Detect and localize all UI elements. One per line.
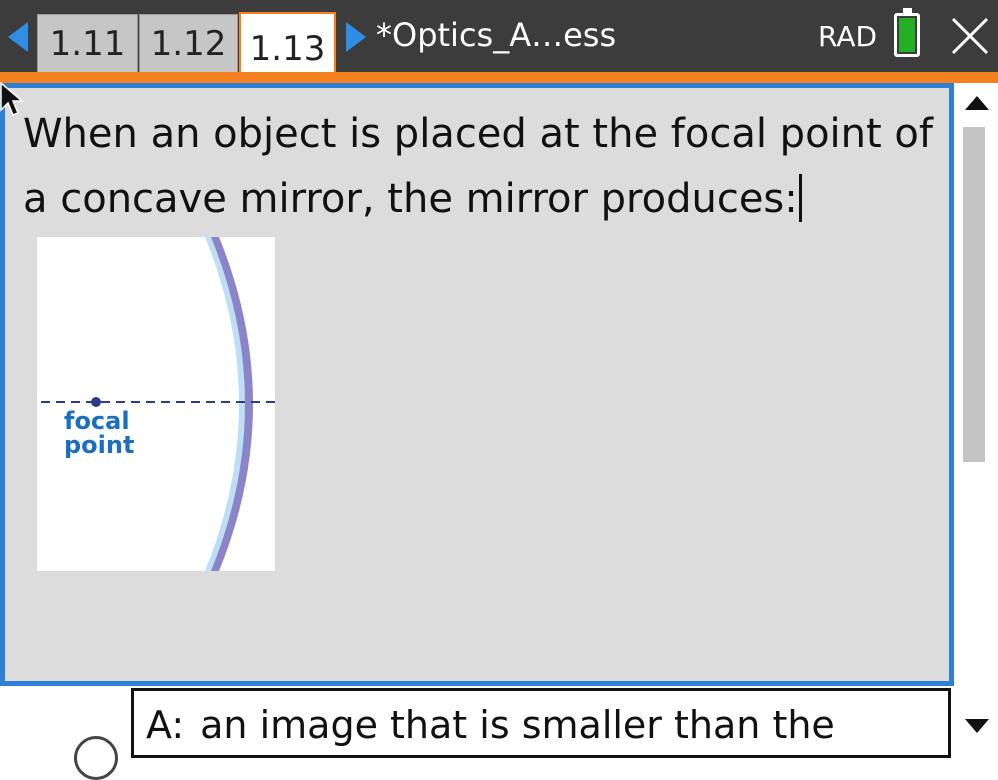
tab-label: 1.11 bbox=[49, 23, 126, 64]
battery-icon bbox=[894, 8, 920, 57]
question-text-container[interactable]: When an object is placed at the focal po… bbox=[23, 102, 943, 232]
close-icon[interactable] bbox=[950, 14, 990, 58]
focal-point-dot bbox=[91, 397, 101, 407]
scroll-thumb[interactable] bbox=[963, 127, 985, 462]
mouse-pointer-icon bbox=[0, 82, 24, 116]
next-page-arrow-icon[interactable] bbox=[346, 22, 366, 52]
tab-label: 1.12 bbox=[150, 23, 227, 64]
mirror-front-surface bbox=[205, 237, 249, 571]
question-panel[interactable]: When an object is placed at the focal po… bbox=[0, 83, 954, 686]
angle-mode-indicator: RAD bbox=[818, 20, 878, 53]
scroll-down-arrow-icon[interactable] bbox=[965, 719, 989, 733]
concave-mirror-figure: focal point bbox=[37, 237, 275, 571]
concave-mirror-diagram bbox=[41, 237, 275, 571]
text-caret bbox=[798, 174, 802, 222]
answer-a-radio[interactable] bbox=[74, 736, 118, 780]
question-text: When an object is placed at the focal po… bbox=[23, 111, 933, 222]
active-tab-underline bbox=[0, 72, 998, 83]
focal-point-label: focal point bbox=[64, 407, 135, 459]
mirror-back-surface bbox=[211, 237, 253, 571]
scrollbar[interactable] bbox=[955, 83, 998, 748]
document-title: *Optics_A…ess bbox=[376, 16, 617, 54]
tab-label: 1.13 bbox=[249, 28, 326, 69]
tab-1-11[interactable]: 1.11 bbox=[37, 14, 138, 72]
tab-1-12[interactable]: 1.12 bbox=[139, 14, 238, 72]
answer-a-letter: A: bbox=[146, 703, 185, 747]
answer-a-text: an image that is smaller than the bbox=[200, 703, 835, 747]
answer-a-content: A: an image that is smaller than the bbox=[146, 703, 835, 747]
previous-page-arrow-icon[interactable] bbox=[8, 22, 28, 52]
top-bar: 1.11 1.12 1.13 *Optics_A…ess RAD bbox=[0, 0, 998, 83]
scroll-up-arrow-icon[interactable] bbox=[965, 96, 989, 110]
